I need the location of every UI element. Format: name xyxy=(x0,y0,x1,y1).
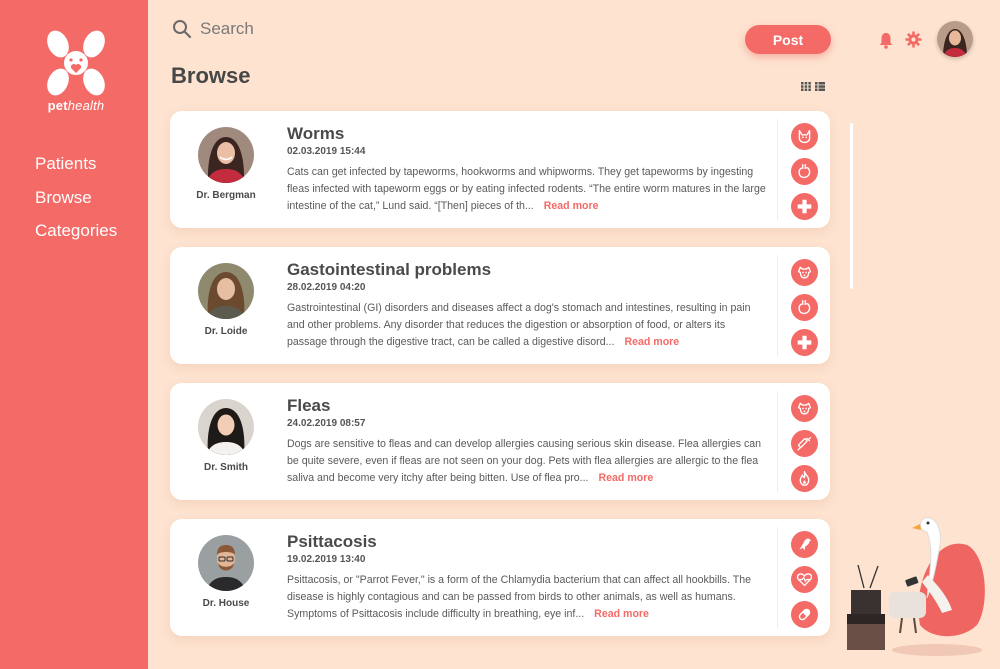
dog-icon[interactable] xyxy=(791,395,818,422)
read-more-link[interactable]: Read more xyxy=(544,200,599,212)
fire-icon[interactable] xyxy=(791,465,818,492)
post-date: 02.03.2019 15:44 xyxy=(287,146,366,157)
doctor-name: Dr. Bergman xyxy=(196,190,256,201)
user-avatar[interactable] xyxy=(937,21,973,57)
pethealth-logo xyxy=(47,30,105,96)
divider xyxy=(777,255,778,356)
medical-cross-icon[interactable] xyxy=(791,329,818,356)
divider xyxy=(777,119,778,220)
doctor-name: Dr. House xyxy=(202,598,250,609)
sidebar-item-browse[interactable]: Browse xyxy=(35,186,117,220)
scrollbar[interactable] xyxy=(850,123,853,289)
post-card[interactable]: Dr. Loide Gastointestinal problems 28.02… xyxy=(170,247,830,364)
stomach-icon[interactable] xyxy=(791,158,818,185)
category-icons xyxy=(791,259,818,356)
brand-name-bold: pet xyxy=(47,98,68,113)
post-excerpt-text: Psittacosis, or "Parrot Fever," is a for… xyxy=(287,574,752,620)
view-toggle xyxy=(801,78,825,91)
dog-icon[interactable] xyxy=(791,259,818,286)
post-card[interactable]: Dr. Smith Fleas 24.02.2019 08:57 Dogs ar… xyxy=(170,383,830,500)
doctor-name: Dr. Loide xyxy=(204,326,248,337)
heartbeat-icon[interactable] xyxy=(791,566,818,593)
doctor-avatar xyxy=(198,263,254,319)
grid-view-icon[interactable] xyxy=(801,78,811,91)
post-list: Dr. Bergman Worms 02.03.2019 15:44 Cats … xyxy=(170,111,830,655)
post-excerpt-text: Dogs are sensitive to fleas and can deve… xyxy=(287,438,762,484)
sidebar-item-patients[interactable]: Patients xyxy=(35,152,117,186)
category-icons xyxy=(791,395,818,492)
read-more-link[interactable]: Read more xyxy=(599,472,654,484)
syringe-icon[interactable] xyxy=(791,430,818,457)
post-button[interactable]: Post xyxy=(745,25,831,54)
category-icons xyxy=(791,123,818,220)
goose-beanbag-illustration xyxy=(847,517,985,656)
post-date: 19.02.2019 13:40 xyxy=(287,554,366,565)
doctor-name: Dr. Smith xyxy=(204,462,248,473)
post-excerpt: Cats can get infected by tapeworms, hook… xyxy=(287,164,767,215)
divider xyxy=(777,527,778,628)
read-more-link[interactable]: Read more xyxy=(624,336,679,348)
page-title: Browse xyxy=(171,63,251,88)
bird-icon[interactable] xyxy=(791,531,818,558)
search-bar xyxy=(172,16,400,42)
cat-icon[interactable] xyxy=(791,123,818,150)
post-card[interactable]: Dr. Bergman Worms 02.03.2019 15:44 Cats … xyxy=(170,111,830,228)
sidebar: pethealth Patients Browse Categories xyxy=(0,0,148,669)
pill-icon[interactable] xyxy=(791,601,818,628)
category-icons xyxy=(791,531,818,628)
post-excerpt-text: Gastrointestinal (GI) disorders and dise… xyxy=(287,302,751,348)
post-excerpt: Dogs are sensitive to fleas and can deve… xyxy=(287,436,767,487)
sidebar-nav: Patients Browse Categories xyxy=(35,152,117,253)
bell-icon[interactable] xyxy=(878,32,894,49)
doctor-avatar xyxy=(198,399,254,455)
doctor-avatar xyxy=(198,127,254,183)
gear-icon[interactable] xyxy=(905,31,922,48)
post-title[interactable]: Gastointestinal problems xyxy=(287,260,491,280)
sidebar-item-categories[interactable]: Categories xyxy=(35,219,117,253)
list-view-icon[interactable] xyxy=(815,78,825,91)
search-icon[interactable] xyxy=(172,19,192,39)
post-date: 24.02.2019 08:57 xyxy=(287,418,366,429)
doctor-avatar xyxy=(198,535,254,591)
post-title[interactable]: Worms xyxy=(287,124,344,144)
post-excerpt: Psittacosis, or "Parrot Fever," is a for… xyxy=(287,572,767,623)
brand-name: pethealth xyxy=(0,98,152,113)
post-excerpt-text: Cats can get infected by tapeworms, hook… xyxy=(287,166,766,212)
post-excerpt: Gastrointestinal (GI) disorders and dise… xyxy=(287,300,767,351)
post-title[interactable]: Fleas xyxy=(287,396,330,416)
medical-cross-icon[interactable] xyxy=(791,193,818,220)
stomach-icon[interactable] xyxy=(791,294,818,321)
read-more-link[interactable]: Read more xyxy=(594,608,649,620)
brand-name-italic: health xyxy=(67,98,105,113)
search-input[interactable] xyxy=(200,19,400,39)
post-card[interactable]: Dr. House Psittacosis 19.02.2019 13:40 P… xyxy=(170,519,830,636)
divider xyxy=(777,391,778,492)
post-date: 28.02.2019 04:20 xyxy=(287,282,366,293)
post-title[interactable]: Psittacosis xyxy=(287,532,377,552)
